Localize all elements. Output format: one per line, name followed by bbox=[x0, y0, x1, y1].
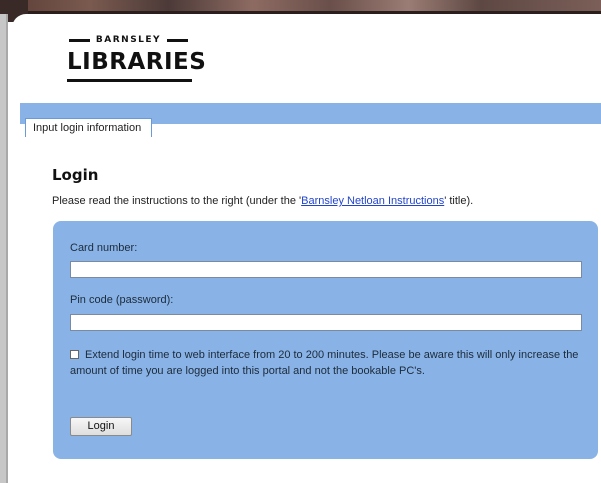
netloan-instructions-link[interactable]: Barnsley Netloan Instructions bbox=[301, 195, 444, 207]
instructions-text-start: Please read the instructions to the righ… bbox=[52, 195, 302, 207]
instructions-text: Please read the instructions to the righ… bbox=[52, 195, 473, 207]
pin-code-label: Pin code (password): bbox=[70, 294, 174, 306]
logo-top-row: BARNSLEY bbox=[65, 33, 192, 47]
login-page: BARNSLEY LIBRARIES Input login informati… bbox=[12, 14, 601, 483]
pin-code-input[interactable] bbox=[70, 314, 582, 331]
left-border bbox=[0, 14, 8, 483]
login-form-panel: Card number: Pin code (password): Extend… bbox=[53, 221, 598, 459]
header-photo-strip bbox=[0, 0, 601, 14]
login-button[interactable]: Login bbox=[70, 417, 132, 436]
extend-login-label: Extend login time to web interface from … bbox=[70, 349, 579, 377]
logo-main-text: LIBRARIES bbox=[67, 49, 207, 75]
tab-input-login-information[interactable]: Input login information bbox=[25, 118, 153, 137]
instructions-text-end: ' title). bbox=[444, 195, 474, 207]
extend-login-option: Extend login time to web interface from … bbox=[70, 347, 582, 379]
logo-underline bbox=[67, 79, 192, 82]
logo-right-rule bbox=[167, 38, 189, 42]
card-number-input[interactable] bbox=[70, 261, 582, 278]
barnsley-libraries-logo[interactable]: BARNSLEY LIBRARIES bbox=[65, 28, 207, 86]
logo-top-text: BARNSLEY bbox=[95, 35, 162, 45]
logo-left-rule bbox=[68, 38, 90, 42]
card-number-label: Card number: bbox=[70, 242, 138, 254]
page-title: Login bbox=[52, 166, 99, 184]
extend-login-checkbox[interactable] bbox=[70, 350, 79, 359]
